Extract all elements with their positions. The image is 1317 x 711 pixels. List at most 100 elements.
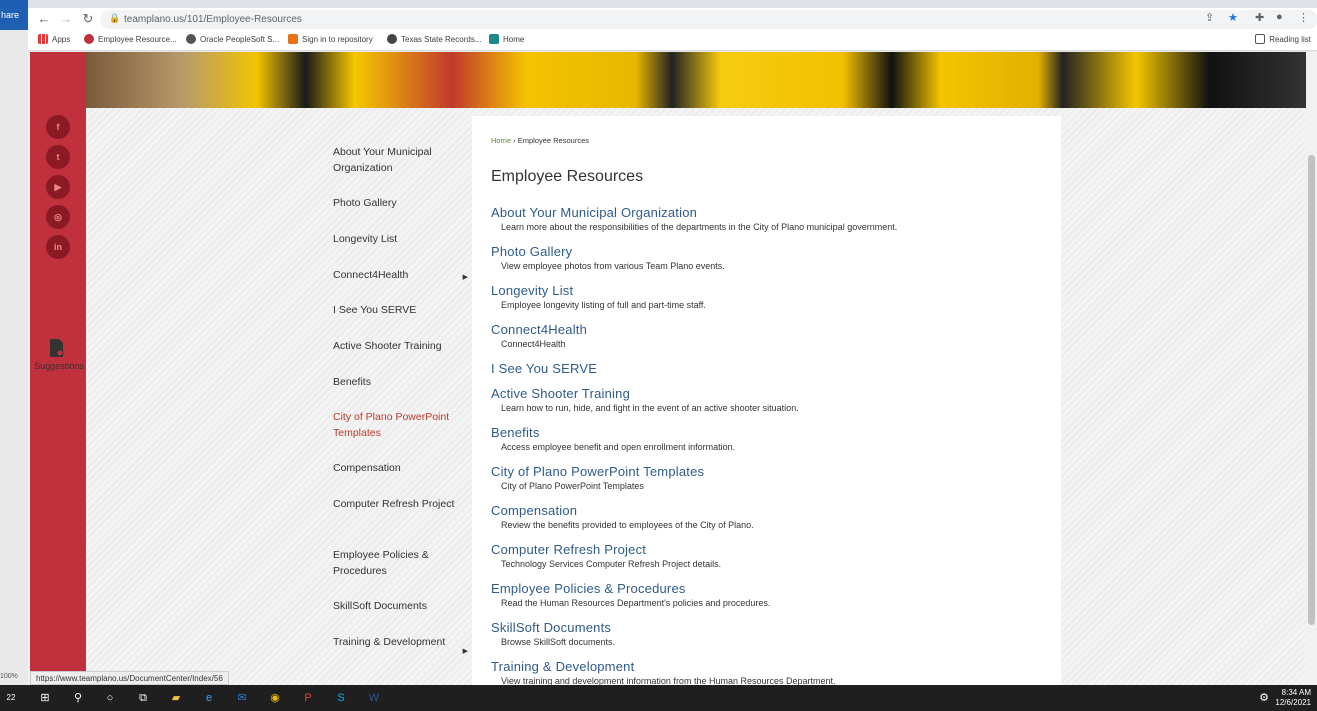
bookmark-apps[interactable]: Apps xyxy=(38,34,70,44)
entry-link[interactable]: About Your Municipal Organization xyxy=(491,205,1051,220)
entry-link[interactable]: SkillSoft Documents xyxy=(491,620,1051,635)
entry-description: City of Plano PowerPoint Templates xyxy=(501,481,644,491)
browser-toolbar: ← → ↻ 🔒 teamplano.us/101/Employee-Resour… xyxy=(28,8,1317,31)
repo-icon xyxy=(288,34,298,44)
breadcrumb-separator: › xyxy=(513,136,516,145)
sidebar-item-training[interactable]: Training & Development ▶ xyxy=(333,635,468,655)
youtube-icon[interactable]: ▶ xyxy=(46,175,70,199)
list-item: I See You SERVE xyxy=(491,361,1051,376)
taskbar-clock[interactable]: 8:34 AM 12/6/2021 xyxy=(1275,688,1311,708)
search-icon[interactable]: ⚲ xyxy=(69,689,87,707)
entry-link[interactable]: City of Plano PowerPoint Templates xyxy=(491,464,1051,479)
powerpoint-icon[interactable]: P xyxy=(299,689,317,707)
network-icon[interactable]: ⚙ xyxy=(1255,689,1273,707)
extensions-icon[interactable]: ✚ xyxy=(1255,11,1264,24)
file-explorer-icon[interactable]: ▰ xyxy=(167,689,185,707)
entry-description: Connect4Health xyxy=(501,339,566,349)
entry-link[interactable]: Compensation xyxy=(491,503,1051,518)
facebook-icon[interactable]: f xyxy=(46,115,70,139)
cortana-icon[interactable]: ○ xyxy=(101,689,119,707)
notification-badge[interactable]: 22 xyxy=(2,689,20,707)
list-item: SkillSoft Documents Browse SkillSoft docu… xyxy=(491,620,1051,647)
texas-icon xyxy=(387,34,397,44)
zoom-level: 100% xyxy=(0,673,18,680)
sidebar-item-about[interactable]: About Your Municipal Organization xyxy=(333,145,468,176)
entry-description: Access employee benefit and open enrollm… xyxy=(501,442,736,452)
bookmark-employee-resource[interactable]: Employee Resource... xyxy=(84,34,177,44)
bookmark-home[interactable]: Home xyxy=(489,34,524,44)
entry-link[interactable]: Longevity List xyxy=(491,283,1051,298)
word-icon[interactable]: W xyxy=(365,689,383,707)
share-page-icon[interactable]: ⇪ xyxy=(1205,11,1214,24)
list-item: Training & Development View training and … xyxy=(491,659,1051,685)
windows-start-icon[interactable]: ⊞ xyxy=(36,689,54,707)
sidebar-item-powerpoint-templates[interactable]: City of Plano PowerPoint Templates xyxy=(333,410,468,441)
list-item: Photo Gallery View employee photos from v… xyxy=(491,244,1051,271)
chrome-icon[interactable]: ◉ xyxy=(266,689,284,707)
outlook-icon[interactable]: ✉ xyxy=(233,689,251,707)
task-view-icon[interactable]: ⧉ xyxy=(134,689,152,707)
skype-icon[interactable]: S xyxy=(332,689,350,707)
address-bar[interactable]: 🔒 teamplano.us/101/Employee-Resources xyxy=(100,10,1317,29)
reload-icon[interactable]: ↻ xyxy=(80,11,96,27)
sidebar-item-active-shooter[interactable]: Active Shooter Training xyxy=(333,339,468,355)
forward-icon[interactable]: → xyxy=(58,11,74,27)
breadcrumb-home-link[interactable]: Home xyxy=(491,136,511,145)
entry-link[interactable]: Computer Refresh Project xyxy=(491,542,1051,557)
list-item: Computer Refresh Project Technology Servi… xyxy=(491,542,1051,569)
sidebar-item-computer-refresh[interactable]: Computer Refresh Project xyxy=(333,497,468,513)
bookmark-star-icon[interactable]: ★ xyxy=(1228,11,1238,24)
twitter-icon[interactable]: t xyxy=(46,145,70,169)
sidebar-item-benefits[interactable]: Benefits xyxy=(333,375,468,391)
bookmark-repository[interactable]: Sign in to repository xyxy=(288,34,373,44)
entry-description: Employee longevity listing of full and p… xyxy=(501,300,706,310)
menu-icon[interactable]: ⋮ xyxy=(1298,11,1309,24)
expand-arrow-icon[interactable]: ▶ xyxy=(463,644,468,660)
bookmark-oracle[interactable]: Oracle PeopleSoft S... xyxy=(186,34,279,44)
entry-link[interactable]: I See You SERVE xyxy=(491,361,1051,376)
url-text[interactable]: teamplano.us/101/Employee-Resources xyxy=(124,14,302,25)
reading-list[interactable]: Reading list xyxy=(1255,34,1311,44)
status-bar-url: https://www.teamplano.us/DocumentCenter/… xyxy=(30,671,229,685)
bookmark-texas-records[interactable]: Texas State Records... xyxy=(387,34,481,44)
sidebar-item-longevity[interactable]: Longevity List xyxy=(333,232,468,248)
reading-list-icon xyxy=(1255,34,1266,44)
page-scrollbar[interactable] xyxy=(1306,52,1317,685)
instagram-icon[interactable]: ◎ xyxy=(46,205,70,229)
breadcrumb: Home › Employee Resources xyxy=(491,136,589,145)
sidebar-item-compensation[interactable]: Compensation xyxy=(333,461,468,477)
edge-icon[interactable]: e xyxy=(200,689,218,707)
tab-strip xyxy=(0,0,1317,8)
entry-link[interactable]: Connect4Health xyxy=(491,322,1051,337)
suggestions-icon[interactable] xyxy=(50,339,64,357)
bookmarks-bar: Apps Employee Resource... Oracle PeopleS… xyxy=(28,31,1317,51)
entry-link[interactable]: Employee Policies & Procedures xyxy=(491,581,1051,596)
social-rail: f t ▶ ◎ in Suggestions xyxy=(30,52,86,685)
sidebar-item-connect4health[interactable]: Connect4Health ▶ xyxy=(333,268,468,284)
entry-link[interactable]: Training & Development xyxy=(491,659,1051,674)
entry-link[interactable]: Benefits xyxy=(491,425,1051,440)
site-icon xyxy=(84,34,94,44)
back-icon[interactable]: ← xyxy=(36,11,52,27)
sidebar-item-policies[interactable]: Employee Policies & Procedures xyxy=(333,548,468,579)
list-item: City of Plano PowerPoint Templates City o… xyxy=(491,464,1051,491)
page-title: Employee Resources xyxy=(491,168,644,185)
globe-icon xyxy=(186,34,196,44)
linkedin-icon[interactable]: in xyxy=(46,235,70,259)
scroll-thumb[interactable] xyxy=(1308,155,1315,625)
entry-link[interactable]: Photo Gallery xyxy=(491,244,1051,259)
suggestions-label[interactable]: Suggestions xyxy=(30,361,88,371)
clock-date: 12/6/2021 xyxy=(1275,698,1311,707)
entry-description: Review the benefits provided to employee… xyxy=(501,520,754,530)
home-site-icon xyxy=(489,34,499,44)
share-tab[interactable]: hare xyxy=(0,0,28,30)
sidebar-item-skillsoft[interactable]: SkillSoft Documents xyxy=(333,599,468,615)
entry-link[interactable]: Active Shooter Training xyxy=(491,386,1051,401)
profile-icon[interactable]: ● xyxy=(1276,11,1283,23)
sidebar-item-photo-gallery[interactable]: Photo Gallery xyxy=(333,196,468,212)
clock-time: 8:34 AM xyxy=(1281,688,1311,697)
entry-description: Learn more about the responsibilities of… xyxy=(501,222,898,232)
sidebar-item-i-see-you-serve[interactable]: I See You SERVE xyxy=(333,303,468,319)
entry-description: Learn how to run, hide, and fight in the… xyxy=(501,403,799,413)
expand-arrow-icon[interactable]: ▶ xyxy=(463,270,468,286)
